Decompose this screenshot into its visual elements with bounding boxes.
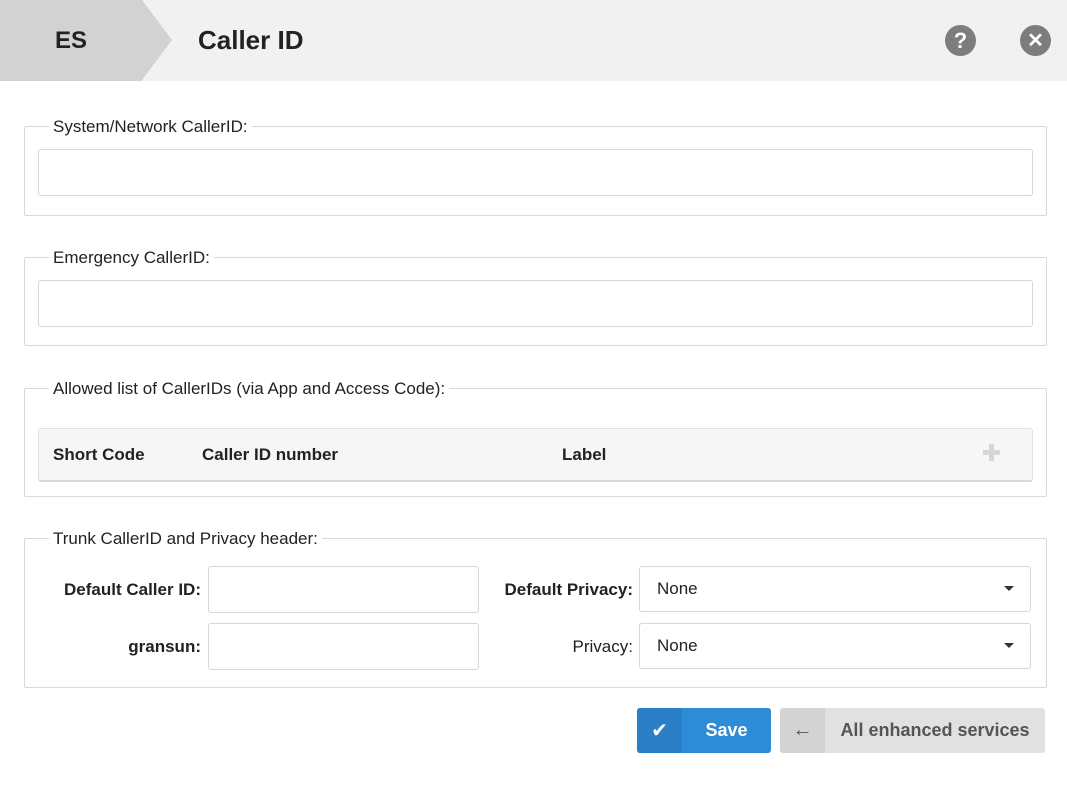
default-privacy-label: Default Privacy: xyxy=(504,580,634,599)
arrow-left-icon: ← xyxy=(780,708,825,753)
page-header: ES Caller ID ? ✕ xyxy=(0,0,1067,81)
all-enhanced-services-button[interactable]: ← All enhanced services xyxy=(780,708,1045,753)
breadcrumb-arrow xyxy=(142,0,172,80)
check-icon: ✔ xyxy=(637,708,682,753)
privacy-select[interactable]: None xyxy=(639,623,1031,669)
all-enhanced-services-label: All enhanced services xyxy=(840,720,1030,740)
gransun-input[interactable] xyxy=(208,623,479,670)
column-caller-id-number: Caller ID number xyxy=(202,445,339,464)
chevron-down-icon xyxy=(1004,643,1014,648)
default-privacy-value: None xyxy=(657,579,698,598)
column-short-code: Short Code xyxy=(53,445,145,464)
add-row-plus-icon[interactable] xyxy=(981,442,1003,464)
close-icon[interactable]: ✕ xyxy=(1020,25,1051,56)
privacy-value: None xyxy=(657,636,698,655)
help-icon[interactable]: ? xyxy=(945,25,976,56)
system-network-callerid-section: System/Network CallerID: xyxy=(24,117,1047,216)
allowed-callerids-legend: Allowed list of CallerIDs (via App and A… xyxy=(49,379,450,399)
page-title: Caller ID xyxy=(198,25,304,55)
system-network-callerid-input[interactable] xyxy=(38,149,1033,196)
allowed-callerids-table-header: Short Code Caller ID number Label xyxy=(38,428,1033,482)
system-network-callerid-legend: System/Network CallerID: xyxy=(49,117,252,137)
emergency-callerid-section: Emergency CallerID: xyxy=(24,248,1047,346)
allowed-callerids-section: Allowed list of CallerIDs (via App and A… xyxy=(24,379,1047,497)
default-caller-id-input[interactable] xyxy=(208,566,479,613)
save-button-label: Save xyxy=(705,720,748,740)
gransun-label: gransun: xyxy=(128,637,201,656)
emergency-callerid-input[interactable] xyxy=(38,280,1033,327)
emergency-callerid-legend: Emergency CallerID: xyxy=(49,248,214,268)
privacy-label: Privacy: xyxy=(572,637,633,656)
breadcrumb[interactable]: ES xyxy=(0,0,142,81)
trunk-callerid-legend: Trunk CallerID and Privacy header: xyxy=(49,529,322,549)
column-label: Label xyxy=(562,445,607,464)
chevron-down-icon xyxy=(1004,586,1014,591)
save-button[interactable]: ✔ Save xyxy=(637,708,771,753)
default-caller-id-label: Default Caller ID: xyxy=(64,580,201,599)
trunk-callerid-section: Trunk CallerID and Privacy header: Defau… xyxy=(24,529,1047,688)
default-privacy-select[interactable]: None xyxy=(639,566,1031,612)
